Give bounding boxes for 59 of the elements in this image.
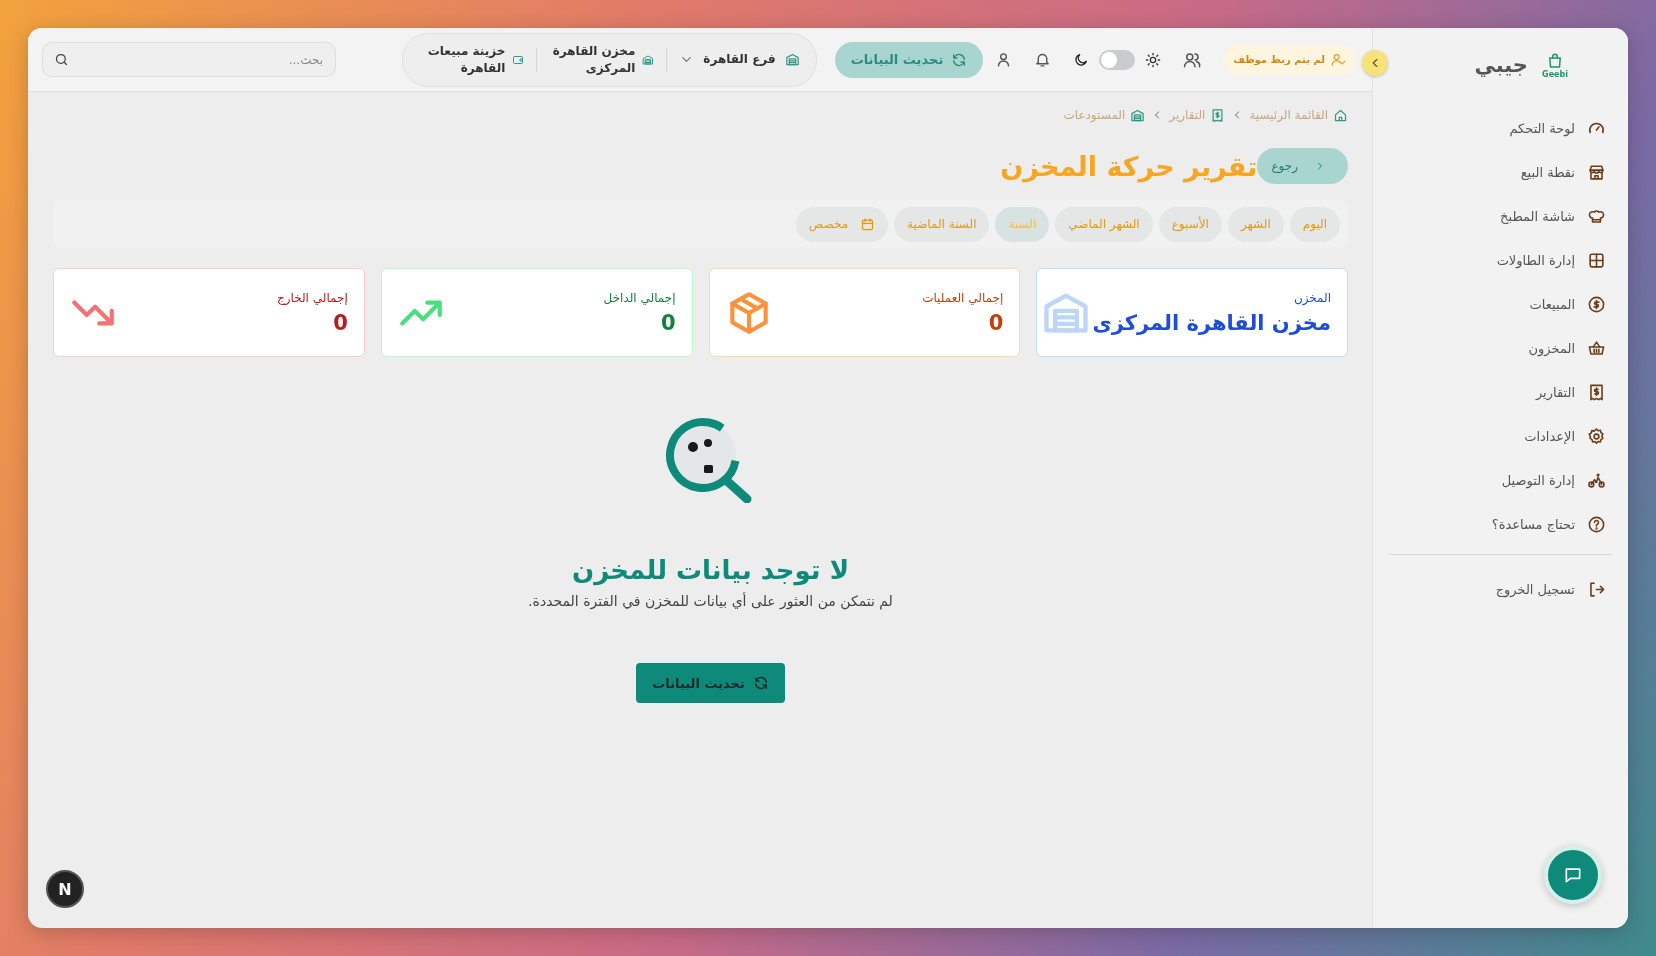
- sidebar-item[interactable]: تحتاج مساعدة؟: [1485, 502, 1612, 546]
- sidebar-item[interactable]: لوحة التحكم: [1503, 106, 1612, 150]
- badge-text: لم يتم ربط موظف: [1233, 54, 1325, 65]
- bell-icon: [1034, 51, 1052, 68]
- sidebar-item[interactable]: إدارة التوصيل: [1495, 458, 1612, 502]
- branch-selector[interactable]: فرع القاهرة: [679, 51, 800, 68]
- theme-toggle[interactable]: [1099, 49, 1136, 70]
- stat-label: إجمالي الداخل: [603, 290, 676, 305]
- receipt-icon: [1587, 382, 1606, 402]
- users-icon: [1183, 50, 1202, 69]
- sidebar-item[interactable]: نقطة البيع: [1514, 150, 1612, 194]
- wallet-icon: [512, 53, 525, 66]
- logout-icon: [1587, 579, 1606, 599]
- warehouse-icon: [1130, 107, 1146, 123]
- sidebar-item[interactable]: التقارير: [1529, 370, 1612, 414]
- user-check-icon: [1331, 52, 1346, 67]
- table-icon: [1587, 250, 1606, 270]
- sun-icon: [1145, 51, 1162, 68]
- sidebar-item[interactable]: شاشة المطبخ: [1494, 194, 1612, 238]
- bag-icon: [1546, 51, 1564, 70]
- calendar-icon: [860, 216, 876, 232]
- empty-title: لا توجد بيانات للمخزن: [572, 555, 850, 585]
- brand-name: جيبي: [1474, 53, 1528, 77]
- page-title: تقرير حركة المخزن: [1000, 150, 1258, 182]
- refresh-icon: [752, 675, 769, 691]
- chat-icon: [1563, 865, 1583, 885]
- store-icon: [1587, 162, 1606, 182]
- building-icon: [784, 52, 800, 67]
- warehouse-name: مخزن القاهرة المركزى: [551, 43, 636, 76]
- dev-tools-button[interactable]: N: [46, 870, 84, 908]
- sidebar-item[interactable]: إدارة الطاولات: [1490, 238, 1612, 282]
- search-icon: [54, 52, 69, 67]
- stat-label: إجمالي الخارج: [277, 290, 348, 305]
- receipt-icon: [1210, 107, 1226, 123]
- moon-icon: [1073, 51, 1090, 68]
- sidebar-item[interactable]: الإعدادات: [1518, 414, 1612, 458]
- refresh-button[interactable]: تحديث البيانات: [636, 663, 785, 703]
- refresh-icon: [951, 51, 968, 68]
- treasury-name: خزينة مبيعات القاهرة: [426, 43, 506, 76]
- notifications-button[interactable]: [1034, 51, 1052, 68]
- basket-icon: [1587, 338, 1606, 358]
- stat-value: مخزن القاهرة المركزى: [1092, 310, 1331, 335]
- stat-label: إجمالي العمليات: [922, 290, 1004, 305]
- search-field[interactable]: بحث...: [42, 42, 336, 77]
- stat-value: 0: [987, 310, 1004, 335]
- settings-icon: [1587, 426, 1606, 446]
- sidebar-item[interactable]: المبيعات: [1523, 282, 1612, 326]
- stat-label: المخزن: [1292, 290, 1331, 305]
- logout-button[interactable]: تسجيل الخروج: [1489, 567, 1612, 611]
- dollar-icon: [1587, 294, 1606, 314]
- home-icon: [1333, 107, 1348, 123]
- stat-value: 0: [332, 310, 348, 335]
- users-button[interactable]: [1183, 50, 1202, 69]
- help-icon: [1587, 514, 1606, 534]
- stat-value: 0: [659, 310, 676, 335]
- warehouse-icon: [642, 53, 655, 66]
- sidebar-item[interactable]: المخزون: [1522, 326, 1612, 370]
- empty-message: لم نتمكن من العثور على أي بيانات للمخزن في الفترة المحددة.: [528, 593, 893, 609]
- logo-text: Geebi: [1542, 69, 1568, 79]
